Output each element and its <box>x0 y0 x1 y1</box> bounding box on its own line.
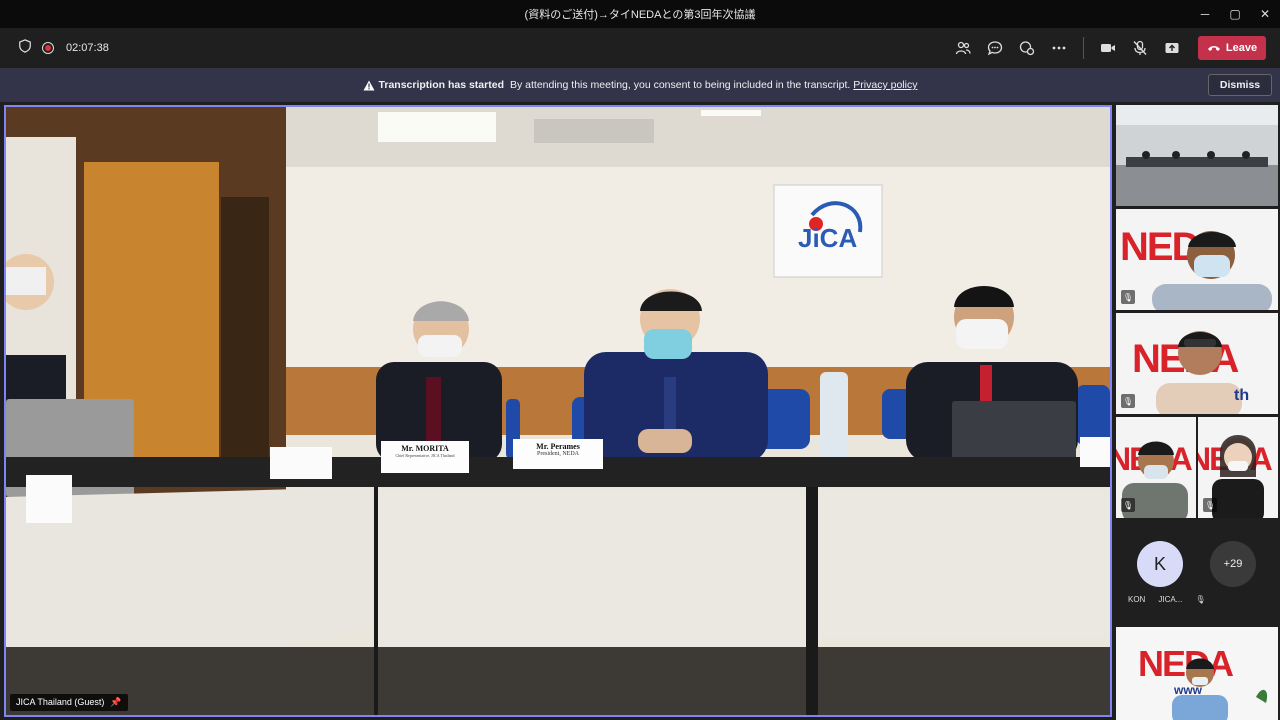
participant-tile[interactable]: NEDA th 🎙 <box>1116 313 1278 414</box>
dismiss-button[interactable]: Dismiss <box>1208 74 1272 96</box>
placard-name: Mr. Perames <box>536 442 580 451</box>
shield-icon[interactable] <box>18 38 32 58</box>
main-video[interactable]: Mr. MORITA Chief Representative, JICA Th… <box>4 105 1112 717</box>
participant-tile-room[interactable] <box>1116 105 1278 206</box>
jica-logo: JiCA <box>798 223 858 253</box>
people-icon <box>955 41 971 55</box>
window-titlebar: (資料のご送付)→タイNEDAとの第3回年次協議 ─ ▢ ✕ <box>0 0 1280 28</box>
room-video <box>1116 105 1278 206</box>
participant-tile[interactable]: NEDA 🎙 <box>1116 209 1278 310</box>
leave-button[interactable]: Leave <box>1198 36 1266 60</box>
mic-off-icon: 🎙 <box>1121 498 1135 512</box>
participant-name-tag: JICA Thailand (Guest) 📌 <box>10 694 128 711</box>
mic-off-icon <box>1133 40 1147 55</box>
more-icon <box>1052 46 1066 50</box>
meeting-room-video <box>6 107 1110 715</box>
share-button[interactable] <box>1156 32 1188 64</box>
reactions-button[interactable] <box>1011 32 1043 64</box>
close-button[interactable]: ✕ <box>1250 0 1280 28</box>
participant-tile[interactable]: NEDA 🎙 <box>1116 417 1196 518</box>
microphone-button[interactable] <box>1124 32 1156 64</box>
participant-video <box>1156 331 1242 414</box>
th-text: th <box>1234 387 1250 404</box>
mic-off-icon: 🎙 <box>1203 498 1217 512</box>
avatar[interactable]: K <box>1137 541 1183 587</box>
reactions-icon <box>1019 41 1035 56</box>
camera-button[interactable] <box>1092 32 1124 64</box>
meeting-toolbar: 02:07:38 Leave <box>0 28 1280 68</box>
banner-message: By attending this meeting, you consent t… <box>509 79 851 91</box>
participant-gallery: NEDA 🎙 NEDA th 🎙 NEDA 🎙 NEDA <box>1116 105 1278 720</box>
minimize-button[interactable]: ─ <box>1190 0 1220 28</box>
privacy-policy-link[interactable]: Privacy policy <box>853 79 917 91</box>
share-icon <box>1165 43 1179 53</box>
placard-role: Chief Representative, JICA Thailand <box>395 453 455 458</box>
www-text: www <box>1174 683 1203 697</box>
leave-label: Leave <box>1225 42 1258 54</box>
recording-icon <box>42 42 54 54</box>
participant-tile[interactable]: NEDA 🎙 <box>1198 417 1278 518</box>
participant-video <box>1152 231 1272 310</box>
participant-name: JICA Thailand (Guest) <box>16 697 105 707</box>
hang-up-icon <box>1207 46 1220 51</box>
meeting-timer: 02:07:38 <box>66 42 109 54</box>
mic-off-icon: 🎙 <box>1195 595 1206 604</box>
placard-name: Mr. MORITA <box>401 444 449 453</box>
placard-morita: Mr. MORITA Chief Representative, JICA Th… <box>381 441 469 473</box>
window-title: (資料のご送付)→タイNEDAとの第3回年次協議 <box>524 9 756 21</box>
mic-off-icon: 🎙 <box>1121 394 1135 408</box>
banner-title: Transcription has started <box>378 79 504 91</box>
placard-role: President, NEDA <box>537 451 579 457</box>
chat-icon <box>987 41 1003 56</box>
avatar-name: JICA... <box>1158 595 1183 604</box>
chat-button[interactable] <box>979 32 1011 64</box>
participant-video <box>1172 658 1268 720</box>
maximize-button[interactable]: ▢ <box>1220 0 1250 28</box>
avatar-names: KON JICA... 🎙 <box>1128 595 1206 604</box>
avatar-name: KON <box>1128 595 1146 604</box>
transcription-banner: Transcription has started By attending t… <box>0 68 1280 102</box>
placard-perames: Mr. Perames President, NEDA <box>513 439 603 469</box>
participant-tile[interactable]: NEDA www <box>1116 627 1278 720</box>
more-participants-button[interactable]: +29 <box>1210 541 1256 587</box>
pin-icon[interactable]: 📌 <box>110 697 121 708</box>
warning-icon <box>363 80 375 90</box>
people-button[interactable] <box>947 32 979 64</box>
camera-icon <box>1101 44 1115 52</box>
mic-off-icon: 🎙 <box>1121 290 1135 304</box>
toolbar-divider <box>1083 37 1084 59</box>
more-actions-button[interactable] <box>1043 32 1075 64</box>
